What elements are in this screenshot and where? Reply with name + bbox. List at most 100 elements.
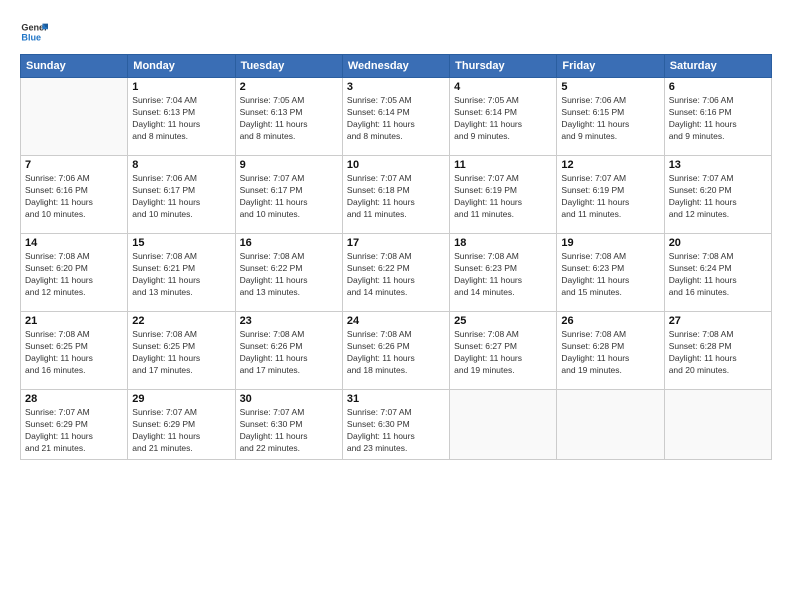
day-info: Sunrise: 7:08 AM Sunset: 6:23 PM Dayligh… (454, 251, 552, 299)
day-info: Sunrise: 7:07 AM Sunset: 6:19 PM Dayligh… (561, 173, 659, 221)
calendar-cell: 3Sunrise: 7:05 AM Sunset: 6:14 PM Daylig… (342, 78, 449, 156)
day-info: Sunrise: 7:06 AM Sunset: 6:16 PM Dayligh… (669, 95, 767, 143)
day-info: Sunrise: 7:08 AM Sunset: 6:23 PM Dayligh… (561, 251, 659, 299)
calendar-cell: 1 Sunrise: 7:04 AM Sunset: 6:13 PM Daylig… (128, 78, 235, 156)
day-info: Sunrise: 7:05 AM Sunset: 6:13 PM Dayligh… (240, 95, 338, 143)
day-number: 30 (240, 393, 338, 405)
calendar-cell: 2 Sunrise: 7:05 AM Sunset: 6:13 PM Daylig… (235, 78, 342, 156)
day-info: Sunrise: 7:08 AM Sunset: 6:24 PM Dayligh… (669, 251, 767, 299)
day-info: Sunrise: 7:07 AM Sunset: 6:29 PM Dayligh… (132, 407, 230, 455)
day-info: Sunrise: 7:07 AM Sunset: 6:29 PM Dayligh… (25, 407, 123, 455)
calendar-cell: 7 Sunrise: 7:06 AM Sunset: 6:16 PM Daylig… (21, 156, 128, 234)
day-info: Sunrise: 7:07 AM Sunset: 6:30 PM Dayligh… (347, 407, 445, 455)
weekday-tuesday: Tuesday (235, 55, 342, 78)
day-number: 26 (561, 315, 659, 327)
day-info: Sunrise: 7:05 AM Sunset: 6:14 PM Dayligh… (347, 95, 445, 143)
day-info: Sunrise: 7:08 AM Sunset: 6:20 PM Dayligh… (25, 251, 123, 299)
calendar-cell: 4 Sunrise: 7:05 AM Sunset: 6:14 PM Daylig… (450, 78, 557, 156)
calendar-cell (557, 390, 664, 460)
calendar-cell: 31 Sunrise: 7:07 AM Sunset: 6:30 PM Dayli… (342, 390, 449, 460)
week-row-4: 21Sunrise: 7:08 AM Sunset: 6:25 PM Dayli… (21, 312, 772, 390)
weekday-monday: Monday (128, 55, 235, 78)
day-number: 28 (25, 393, 123, 405)
week-row-3: 14 Sunrise: 7:08 AM Sunset: 6:20 PM Dayli… (21, 234, 772, 312)
calendar-cell: 6 Sunrise: 7:06 AM Sunset: 6:16 PM Daylig… (664, 78, 771, 156)
calendar-cell: 11 Sunrise: 7:07 AM Sunset: 6:19 PM Dayli… (450, 156, 557, 234)
day-number: 12 (561, 159, 659, 171)
calendar-cell: 25Sunrise: 7:08 AM Sunset: 6:27 PM Dayli… (450, 312, 557, 390)
day-info: Sunrise: 7:08 AM Sunset: 6:26 PM Dayligh… (240, 329, 338, 377)
day-number: 7 (25, 159, 123, 171)
calendar-cell: 8 Sunrise: 7:06 AM Sunset: 6:17 PM Daylig… (128, 156, 235, 234)
day-number: 11 (454, 159, 552, 171)
day-info: Sunrise: 7:08 AM Sunset: 6:25 PM Dayligh… (132, 329, 230, 377)
calendar-cell: 20 Sunrise: 7:08 AM Sunset: 6:24 PM Dayli… (664, 234, 771, 312)
day-number: 6 (669, 81, 767, 93)
day-info: Sunrise: 7:07 AM Sunset: 6:18 PM Dayligh… (347, 173, 445, 221)
calendar-cell (664, 390, 771, 460)
day-number: 27 (669, 315, 767, 327)
day-info: Sunrise: 7:08 AM Sunset: 6:22 PM Dayligh… (347, 251, 445, 299)
day-number: 10 (347, 159, 445, 171)
day-info: Sunrise: 7:08 AM Sunset: 6:28 PM Dayligh… (669, 329, 767, 377)
calendar-cell: 22 Sunrise: 7:08 AM Sunset: 6:25 PM Dayli… (128, 312, 235, 390)
day-number: 22 (132, 315, 230, 327)
calendar-cell: 17 Sunrise: 7:08 AM Sunset: 6:22 PM Dayli… (342, 234, 449, 312)
calendar-cell: 29 Sunrise: 7:07 AM Sunset: 6:29 PM Dayli… (128, 390, 235, 460)
day-number: 14 (25, 237, 123, 249)
weekday-wednesday: Wednesday (342, 55, 449, 78)
day-info: Sunrise: 7:04 AM Sunset: 6:13 PM Dayligh… (132, 95, 230, 143)
calendar-cell: 30 Sunrise: 7:07 AM Sunset: 6:30 PM Dayli… (235, 390, 342, 460)
week-row-2: 7 Sunrise: 7:06 AM Sunset: 6:16 PM Daylig… (21, 156, 772, 234)
calendar-cell: 9Sunrise: 7:07 AM Sunset: 6:17 PM Daylig… (235, 156, 342, 234)
weekday-thursday: Thursday (450, 55, 557, 78)
day-number: 17 (347, 237, 445, 249)
day-number: 5 (561, 81, 659, 93)
day-number: 9 (240, 159, 338, 171)
day-number: 15 (132, 237, 230, 249)
day-number: 19 (561, 237, 659, 249)
day-info: Sunrise: 7:06 AM Sunset: 6:17 PM Dayligh… (132, 173, 230, 221)
day-number: 16 (240, 237, 338, 249)
calendar-cell (450, 390, 557, 460)
day-info: Sunrise: 7:08 AM Sunset: 6:25 PM Dayligh… (25, 329, 123, 377)
calendar-cell: 12 Sunrise: 7:07 AM Sunset: 6:19 PM Dayli… (557, 156, 664, 234)
day-number: 18 (454, 237, 552, 249)
day-number: 31 (347, 393, 445, 405)
day-number: 20 (669, 237, 767, 249)
page-header: General Blue (20, 18, 772, 46)
calendar-cell: 28 Sunrise: 7:07 AM Sunset: 6:29 PM Dayli… (21, 390, 128, 460)
calendar-cell: 15Sunrise: 7:08 AM Sunset: 6:21 PM Dayli… (128, 234, 235, 312)
day-number: 25 (454, 315, 552, 327)
weekday-friday: Friday (557, 55, 664, 78)
day-number: 2 (240, 81, 338, 93)
calendar-cell: 5 Sunrise: 7:06 AM Sunset: 6:15 PM Daylig… (557, 78, 664, 156)
weekday-sunday: Sunday (21, 55, 128, 78)
calendar-cell: 19 Sunrise: 7:08 AM Sunset: 6:23 PM Dayli… (557, 234, 664, 312)
day-info: Sunrise: 7:06 AM Sunset: 6:16 PM Dayligh… (25, 173, 123, 221)
weekday-saturday: Saturday (664, 55, 771, 78)
day-number: 24 (347, 315, 445, 327)
calendar-table: SundayMondayTuesdayWednesdayThursdayFrid… (20, 54, 772, 460)
calendar-cell: 13Sunrise: 7:07 AM Sunset: 6:20 PM Dayli… (664, 156, 771, 234)
day-number: 29 (132, 393, 230, 405)
calendar-cell: 18 Sunrise: 7:08 AM Sunset: 6:23 PM Dayli… (450, 234, 557, 312)
day-info: Sunrise: 7:07 AM Sunset: 6:30 PM Dayligh… (240, 407, 338, 455)
day-number: 8 (132, 159, 230, 171)
day-info: Sunrise: 7:08 AM Sunset: 6:26 PM Dayligh… (347, 329, 445, 377)
calendar-cell: 10 Sunrise: 7:07 AM Sunset: 6:18 PM Dayli… (342, 156, 449, 234)
day-info: Sunrise: 7:08 AM Sunset: 6:28 PM Dayligh… (561, 329, 659, 377)
week-row-1: 1 Sunrise: 7:04 AM Sunset: 6:13 PM Daylig… (21, 78, 772, 156)
day-number: 4 (454, 81, 552, 93)
day-info: Sunrise: 7:06 AM Sunset: 6:15 PM Dayligh… (561, 95, 659, 143)
calendar-cell: 21Sunrise: 7:08 AM Sunset: 6:25 PM Dayli… (21, 312, 128, 390)
day-number: 1 (132, 81, 230, 93)
calendar-cell: 24 Sunrise: 7:08 AM Sunset: 6:26 PM Dayli… (342, 312, 449, 390)
day-info: Sunrise: 7:05 AM Sunset: 6:14 PM Dayligh… (454, 95, 552, 143)
calendar-cell: 23Sunrise: 7:08 AM Sunset: 6:26 PM Dayli… (235, 312, 342, 390)
day-info: Sunrise: 7:07 AM Sunset: 6:19 PM Dayligh… (454, 173, 552, 221)
weekday-header-row: SundayMondayTuesdayWednesdayThursdayFrid… (21, 55, 772, 78)
calendar-cell: 26 Sunrise: 7:08 AM Sunset: 6:28 PM Dayli… (557, 312, 664, 390)
logo: General Blue (20, 18, 48, 46)
week-row-5: 28 Sunrise: 7:07 AM Sunset: 6:29 PM Dayli… (21, 390, 772, 460)
